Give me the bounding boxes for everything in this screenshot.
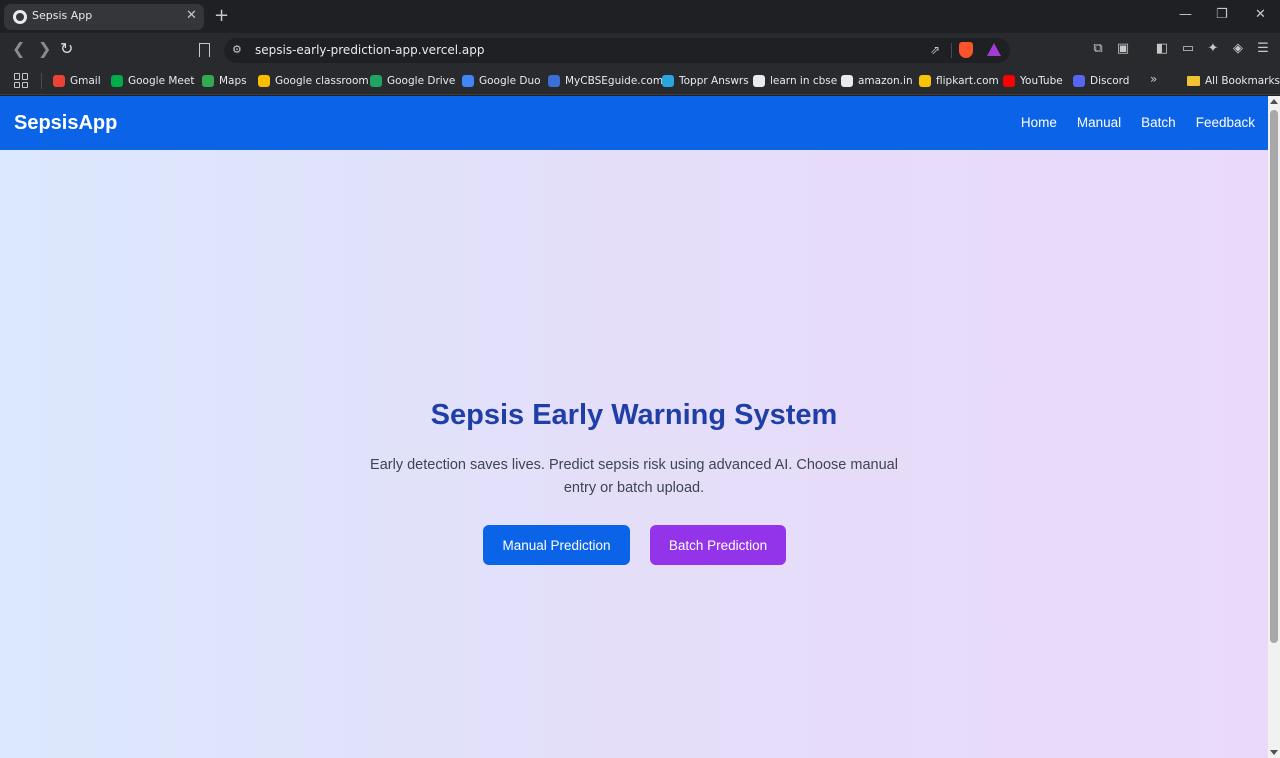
hero-title: Sepsis Early Warning System xyxy=(430,399,838,431)
wallet-icon[interactable]: ▭ xyxy=(1180,41,1196,57)
bookmark-favicon-icon xyxy=(370,75,382,87)
extensions-icon[interactable]: ⧉ xyxy=(1090,41,1106,57)
bookmark-label: Google classroom xyxy=(275,75,369,87)
minimize-button[interactable]: — xyxy=(1179,7,1192,23)
nav-links: Home Manual Batch Feedback xyxy=(1021,115,1255,130)
share-icon[interactable]: ⇗ xyxy=(930,43,940,57)
divider xyxy=(41,73,42,89)
bookmark-label: Gmail xyxy=(70,75,101,87)
back-button[interactable]: ❮ xyxy=(12,39,25,59)
screenshot-icon[interactable]: ▣ xyxy=(1115,41,1131,57)
forward-button[interactable]: ❯ xyxy=(38,39,51,59)
bookmarks-bar: Gmail Google Meet Maps Google classroom Goog… xyxy=(0,67,1280,95)
bookmark-label: Maps xyxy=(219,75,247,87)
all-bookmarks-label: All Bookmarks xyxy=(1205,75,1280,87)
close-window-button[interactable]: ✕ xyxy=(1255,7,1266,23)
bookmark-label: flipkart.com xyxy=(936,75,999,87)
hero-subtitle: Early detection saves lives. Predict sep… xyxy=(370,457,898,496)
browser-tab[interactable]: Sepsis App ✕ xyxy=(4,4,204,30)
apps-grid-icon[interactable] xyxy=(14,73,29,88)
bookmark-item[interactable]: amazon.in xyxy=(841,72,913,90)
bookmark-item[interactable]: Gmail xyxy=(53,72,101,90)
nav-link-feedback[interactable]: Feedback xyxy=(1196,115,1255,130)
favicon-icon xyxy=(13,10,27,24)
bookmark-page-icon[interactable] xyxy=(199,43,210,57)
bookmark-item[interactable]: YouTube xyxy=(1003,72,1063,90)
bookmark-label: Toppr Answrs xyxy=(679,75,749,87)
bookmark-label: Google Duo xyxy=(479,75,541,87)
sidebar-icon[interactable]: ◧ xyxy=(1154,41,1170,57)
vpn-icon[interactable]: ◈ xyxy=(1230,41,1246,57)
new-tab-button[interactable]: + xyxy=(214,6,229,26)
folder-icon xyxy=(1187,76,1200,86)
tab-title: Sepsis App xyxy=(32,9,93,22)
app-brand[interactable]: SepsisApp xyxy=(14,112,117,135)
bookmark-item[interactable]: Google Drive xyxy=(370,72,455,90)
bookmark-item[interactable]: Google Duo xyxy=(462,72,541,90)
scroll-down-icon[interactable] xyxy=(1270,750,1278,755)
bookmark-label: YouTube xyxy=(1020,75,1063,87)
brave-rewards-icon[interactable] xyxy=(987,43,1001,56)
site-info-icon[interactable]: ⚙ xyxy=(232,43,242,56)
page-scrollbar[interactable] xyxy=(1268,96,1280,758)
bookmark-item[interactable]: learn in cbse xyxy=(753,72,837,90)
bookmark-favicon-icon xyxy=(662,75,674,87)
all-bookmarks-button[interactable]: All Bookmarks xyxy=(1187,72,1280,90)
bookmark-favicon-icon xyxy=(111,75,123,87)
bookmark-item[interactable]: MyCBSEguide.com xyxy=(548,72,663,90)
bookmark-favicon-icon xyxy=(462,75,474,87)
bookmark-favicon-icon xyxy=(1003,75,1015,87)
bookmark-item[interactable]: flipkart.com xyxy=(919,72,999,90)
divider xyxy=(951,43,952,58)
bookmark-favicon-icon xyxy=(841,75,853,87)
bookmark-favicon-icon xyxy=(1073,75,1085,87)
bookmark-label: Google Drive xyxy=(387,75,456,87)
brave-shields-icon[interactable] xyxy=(959,42,973,58)
tab-close-icon[interactable]: ✕ xyxy=(186,8,197,24)
bookmark-favicon-icon xyxy=(53,75,65,87)
bookmark-item[interactable]: Google classroom xyxy=(258,72,369,90)
bookmark-item[interactable]: Discord xyxy=(1073,72,1129,90)
more-bookmarks-icon[interactable]: » xyxy=(1150,72,1157,86)
nav-link-manual[interactable]: Manual xyxy=(1077,115,1121,130)
restore-button[interactable]: ❐ xyxy=(1216,7,1228,23)
bookmark-item[interactable]: Toppr Answrs xyxy=(662,72,749,90)
scroll-thumb[interactable] xyxy=(1270,110,1278,643)
browser-tab-strip: Sepsis App ✕ + — ❐ ✕ xyxy=(0,0,1280,33)
scroll-up-icon[interactable] xyxy=(1270,99,1278,104)
bookmark-label: MyCBSEguide.com xyxy=(565,75,664,87)
bookmark-label: learn in cbse xyxy=(770,75,838,87)
manual-prediction-button[interactable]: Manual Prediction xyxy=(483,525,630,565)
bookmark-favicon-icon xyxy=(753,75,765,87)
nav-link-batch[interactable]: Batch xyxy=(1141,115,1176,130)
bookmark-label: amazon.in xyxy=(858,75,913,87)
reload-button[interactable]: ↻ xyxy=(60,39,73,59)
bookmark-item[interactable]: Google Meet xyxy=(111,72,194,90)
bookmark-favicon-icon xyxy=(919,75,931,87)
bookmark-label: Google Meet xyxy=(128,75,195,87)
bookmark-item[interactable]: Maps xyxy=(202,72,247,90)
nav-link-home[interactable]: Home xyxy=(1021,115,1057,130)
bookmark-favicon-icon xyxy=(258,75,270,87)
leo-ai-icon[interactable]: ✦ xyxy=(1205,41,1221,57)
page-viewport: SepsisApp Home Manual Batch Feedback Sep… xyxy=(0,96,1268,758)
url-text[interactable]: sepsis-early-prediction-app.vercel.app xyxy=(255,43,484,57)
bookmark-favicon-icon xyxy=(548,75,560,87)
bookmark-favicon-icon xyxy=(202,75,214,87)
batch-prediction-button[interactable]: Batch Prediction xyxy=(650,525,786,565)
browser-toolbar: ❮ ❯ ↻ ⚙ sepsis-early-prediction-app.verc… xyxy=(0,33,1280,67)
menu-icon[interactable]: ☰ xyxy=(1255,41,1271,57)
app-navbar: SepsisApp Home Manual Batch Feedback xyxy=(0,96,1268,150)
bookmark-label: Discord xyxy=(1090,75,1130,87)
address-bar[interactable]: ⚙ sepsis-early-prediction-app.vercel.app… xyxy=(224,38,1010,63)
